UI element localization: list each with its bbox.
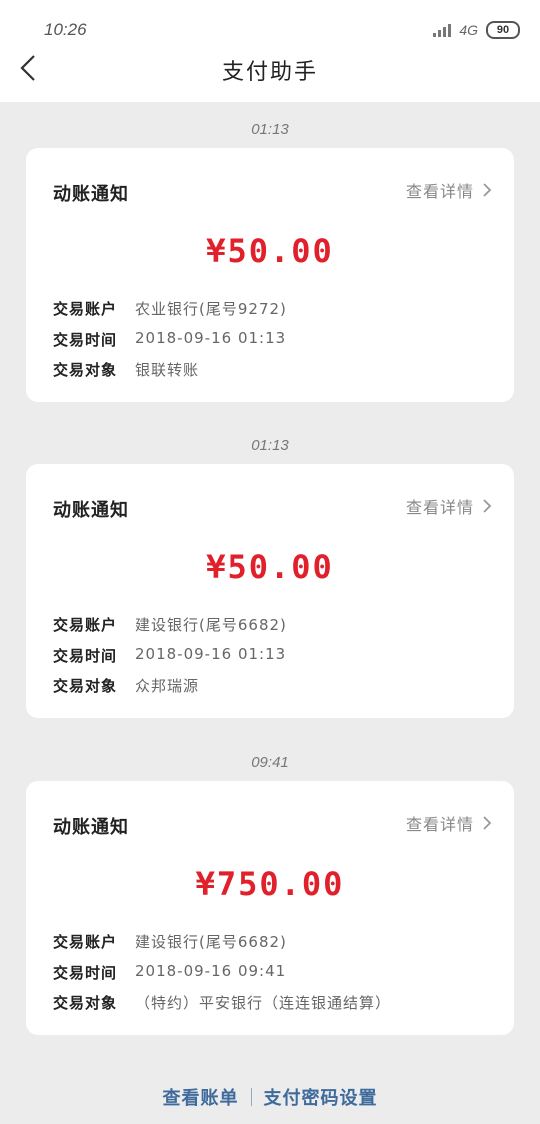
view-details-label: 查看详情 (405, 498, 474, 517)
notification-card: 动账通知 查看详情 ¥50.00 交易账户 农业银行(尾号9272) 交易时间 … (26, 148, 514, 402)
divider (250, 1088, 252, 1106)
detail-row: 交易账户 建设银行(尾号6682) (53, 614, 287, 635)
status-indicators: 4G 90 (433, 20, 520, 40)
status-time: 10:26 (44, 20, 87, 39)
detail-row: 交易对象 （特约）平安银行（连连银通结算） (53, 992, 391, 1013)
nav-bar: 支付助手 (0, 50, 540, 102)
notification-time: 01:13 (251, 121, 289, 138)
row-value: 建设银行(尾号6682) (135, 933, 287, 951)
card-title: 动账通知 (53, 817, 129, 838)
detail-row: 交易对象 众邦瑞源 (53, 675, 199, 696)
card-title: 动账通知 (53, 184, 129, 205)
network-type: 4G (459, 22, 478, 38)
chevron-right-icon (483, 183, 492, 197)
row-key: 交易对象 (53, 994, 118, 1012)
notification-time: 01:13 (251, 437, 289, 454)
page-title: 支付助手 (221, 60, 318, 85)
view-bill-link[interactable]: 查看账单 (163, 1084, 239, 1110)
detail-row: 交易账户 建设银行(尾号6682) (53, 931, 287, 952)
row-value: 2018-09-16 09:41 (135, 962, 287, 980)
view-details-link[interactable]: 查看详情 (406, 178, 492, 202)
row-value: 2018-09-16 01:13 (135, 645, 287, 663)
notification-card: 动账通知 查看详情 ¥50.00 交易账户 建设银行(尾号6682) 交易时间 … (26, 464, 514, 718)
detail-row: 交易时间 2018-09-16 01:13 (53, 645, 286, 666)
signal-icon (433, 23, 452, 37)
row-value: （特约）平安银行（连连银通结算） (135, 994, 392, 1012)
row-value: 建设银行(尾号6682) (135, 616, 287, 634)
row-key: 交易时间 (53, 647, 118, 665)
row-key: 交易时间 (53, 331, 118, 349)
status-bar: 10:26 4G 90 (0, 0, 540, 50)
notification-card: 动账通知 查看详情 ¥750.00 交易账户 建设银行(尾号6682) 交易时间… (26, 781, 514, 1035)
detail-row: 交易账户 农业银行(尾号9272) (53, 298, 287, 319)
card-title: 动账通知 (53, 500, 129, 521)
row-key: 交易对象 (53, 677, 118, 695)
row-value: 众邦瑞源 (135, 677, 200, 695)
chevron-right-icon (483, 816, 492, 830)
amount: ¥50.00 (206, 548, 334, 586)
chevron-right-icon (483, 499, 492, 513)
view-details-label: 查看详情 (405, 182, 474, 201)
row-key: 交易时间 (53, 964, 118, 982)
row-value: 银联转账 (135, 361, 200, 379)
row-value: 2018-09-16 01:13 (135, 329, 287, 347)
detail-row: 交易对象 银联转账 (53, 359, 199, 380)
row-key: 交易账户 (53, 933, 118, 951)
view-details-link[interactable]: 查看详情 (406, 811, 492, 835)
amount: ¥50.00 (206, 232, 334, 270)
view-details-link[interactable]: 查看详情 (406, 494, 492, 518)
notification-time: 09:41 (251, 754, 289, 771)
view-details-label: 查看详情 (405, 815, 474, 834)
battery-icon: 90 (486, 21, 520, 39)
detail-row: 交易时间 2018-09-16 01:13 (53, 329, 286, 350)
row-key: 交易账户 (53, 616, 118, 634)
footer-links: 查看账单 支付密码设置 (0, 1082, 540, 1112)
row-value: 农业银行(尾号9272) (135, 300, 287, 318)
payment-pin-settings-link[interactable]: 支付密码设置 (264, 1084, 378, 1110)
row-key: 交易账户 (53, 300, 118, 318)
detail-row: 交易时间 2018-09-16 09:41 (53, 962, 286, 983)
row-key: 交易对象 (53, 361, 118, 379)
amount: ¥750.00 (195, 865, 345, 903)
